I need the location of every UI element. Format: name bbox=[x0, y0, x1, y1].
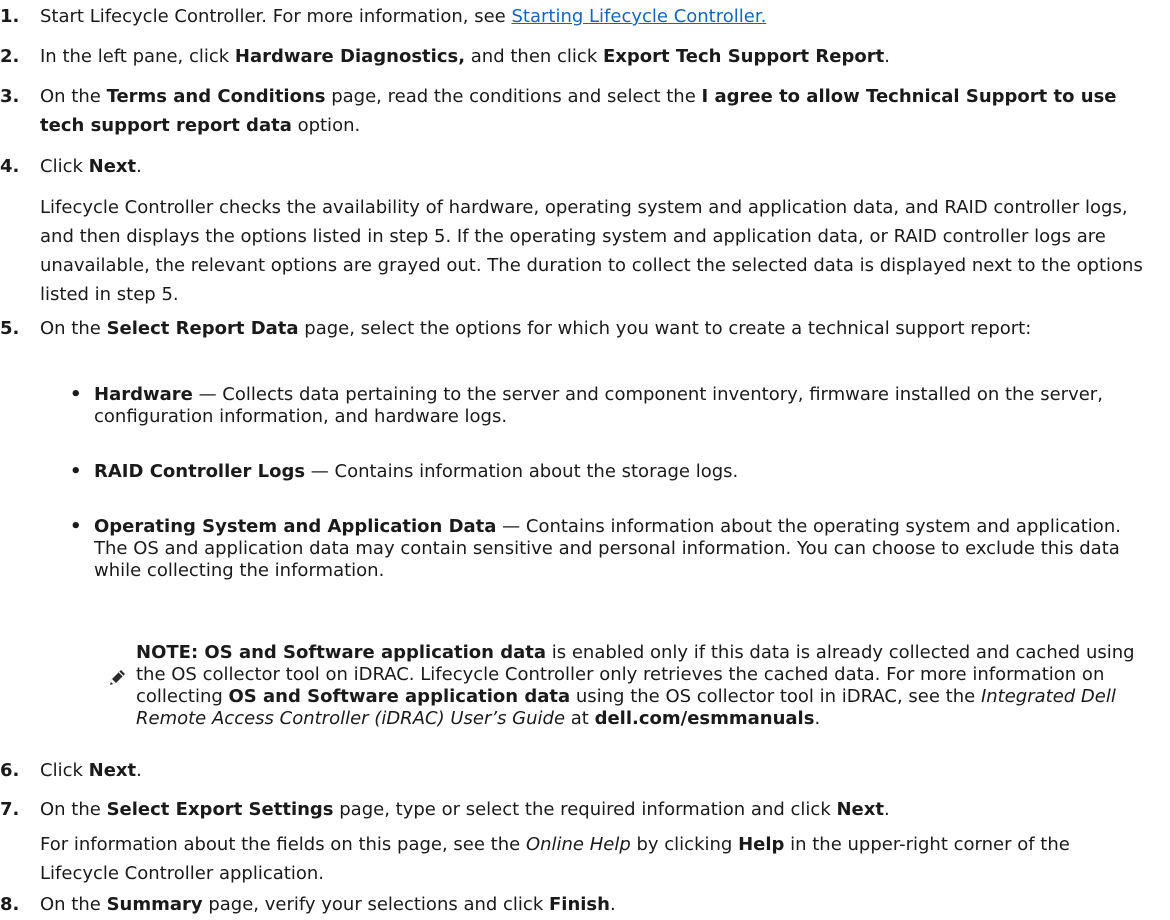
step-text: Start Lifecycle Controller. For more inf… bbox=[40, 6, 512, 27]
bullet-hardware: • Hardware — Collects data pertaining to… bbox=[70, 384, 1146, 428]
note-text: using the OS collector tool in iDRAC, se… bbox=[570, 686, 981, 707]
step-text: In the left pane, click bbox=[40, 46, 235, 67]
note-text: at bbox=[565, 708, 595, 729]
step-text: page, verify your selections and click bbox=[202, 894, 549, 915]
step-7: 7. On the Select Export Settings page, t… bbox=[0, 795, 1160, 824]
step-text: and then click bbox=[465, 46, 603, 67]
ui-term: Hardware Diagnostics, bbox=[234, 46, 466, 67]
step-text: On the bbox=[40, 894, 107, 915]
ui-term: Next bbox=[88, 760, 137, 781]
step-number: 7. bbox=[0, 799, 20, 820]
bullet-os-and-application-data: • Operating System and Application Data … bbox=[70, 516, 1146, 582]
ui-term: Finish bbox=[548, 894, 610, 915]
step-number: 1. bbox=[0, 6, 20, 27]
step-text: On the bbox=[40, 318, 107, 339]
ui-term: Help bbox=[738, 834, 785, 855]
step-number: 8. bbox=[0, 894, 20, 915]
step-text: On the bbox=[40, 86, 107, 107]
note-label: NOTE: bbox=[136, 642, 205, 663]
step-7-paragraph: For information about the fields on this… bbox=[40, 830, 1146, 888]
para-text: by clicking bbox=[630, 834, 739, 855]
step-text: page, type or select the required inform… bbox=[333, 799, 837, 820]
step-5: 5. On the Select Report Data page, selec… bbox=[0, 314, 1160, 343]
para-text: For information about the fields on this… bbox=[40, 834, 526, 855]
step-4: 4. Click Next. bbox=[0, 152, 1160, 181]
ui-term: Terms and Conditions bbox=[106, 86, 326, 107]
ui-term: Next bbox=[836, 799, 884, 820]
bullet-text: — Collects data pertaining to the server… bbox=[94, 384, 1103, 427]
step-text: . bbox=[884, 46, 890, 67]
step-text: . bbox=[136, 156, 142, 177]
website-reference: dell.com/esmmanuals bbox=[594, 708, 815, 729]
bullet-icon: • bbox=[70, 516, 82, 537]
pencil-note-icon bbox=[110, 670, 125, 685]
step-number: 3. bbox=[0, 86, 20, 107]
document-page: 1. Start Lifecycle Controller. For more … bbox=[0, 0, 1170, 920]
bullet-icon: • bbox=[70, 461, 82, 482]
ui-term: Select Export Settings bbox=[106, 799, 334, 820]
step-text: page, select the options for which you w… bbox=[298, 318, 1032, 339]
ui-term: Select Report Data bbox=[106, 318, 299, 339]
step-number: 2. bbox=[0, 46, 20, 67]
step-6: 6. Click Next. bbox=[0, 756, 1160, 785]
online-help-reference: Online Help bbox=[525, 834, 631, 855]
ui-term: Next bbox=[88, 156, 137, 177]
starting-lifecycle-controller-link[interactable]: Starting Lifecycle Controller. bbox=[511, 6, 766, 27]
step-number: 4. bbox=[0, 156, 20, 177]
step-1: 1. Start Lifecycle Controller. For more … bbox=[0, 2, 1160, 31]
step-text: On the bbox=[40, 799, 107, 820]
step-number: 6. bbox=[0, 760, 20, 781]
step-3: 3. On the Terms and Conditions page, rea… bbox=[0, 82, 1160, 140]
step-8: 8. On the Summary page, verify your sele… bbox=[0, 890, 1160, 919]
note-block: NOTE: OS and Software application data i… bbox=[136, 642, 1146, 730]
ui-term: OS and Software application data bbox=[204, 642, 547, 663]
bullet-text: — Contains information about the storage… bbox=[305, 461, 739, 482]
step-text: page, read the conditions and select the bbox=[325, 86, 702, 107]
bullet-title: Operating System and Application Data bbox=[94, 516, 497, 537]
step-text: option. bbox=[291, 115, 361, 136]
bullet-raid-controller-logs: • RAID Controller Logs — Contains inform… bbox=[70, 461, 1146, 483]
step-text: . bbox=[883, 799, 890, 820]
step-4-paragraph: Lifecycle Controller checks the availabi… bbox=[40, 197, 1143, 305]
step-number: 5. bbox=[0, 318, 20, 339]
step-text: Click bbox=[40, 156, 89, 177]
bullet-title: Hardware bbox=[94, 384, 193, 405]
step-2: 2. In the left pane, click Hardware Diag… bbox=[0, 42, 1160, 71]
bullet-icon: • bbox=[70, 384, 82, 405]
ui-term: Export Tech Support Report bbox=[602, 46, 885, 67]
ui-term: OS and Software application data bbox=[228, 686, 571, 707]
step-text: . bbox=[609, 894, 616, 915]
step-text: Click bbox=[40, 760, 89, 781]
bullet-title: RAID Controller Logs bbox=[94, 461, 306, 482]
step-text: . bbox=[136, 760, 142, 781]
ui-term: Summary bbox=[106, 894, 203, 915]
note-text: . bbox=[814, 708, 821, 729]
